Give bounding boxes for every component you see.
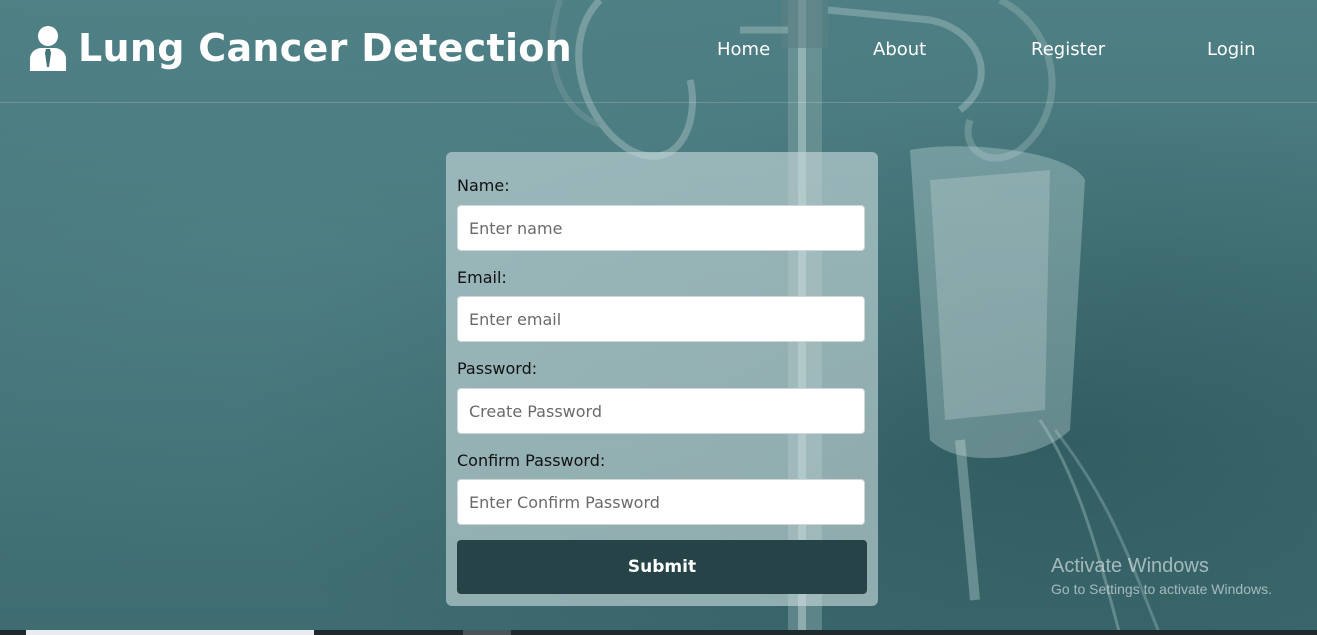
registration-form: Name: Email: Password: Confirm Password:… xyxy=(446,152,878,606)
brand[interactable]: Lung Cancer Detection xyxy=(28,22,572,74)
password-input[interactable] xyxy=(457,388,865,434)
nav-home-link[interactable]: Home xyxy=(717,38,770,62)
confirm-password-input[interactable] xyxy=(457,479,865,525)
nav-about-link[interactable]: About xyxy=(873,38,926,62)
watermark-subtitle: Go to Settings to activate Windows. xyxy=(1051,581,1272,597)
password-label: Password: xyxy=(457,359,538,378)
navbar: Lung Cancer Detection Home About Registe… xyxy=(0,0,1317,103)
taskbar-strip xyxy=(0,630,1317,635)
submit-button[interactable]: Submit xyxy=(457,540,867,594)
name-input[interactable] xyxy=(457,205,865,251)
user-tie-icon xyxy=(30,26,66,71)
confirm-password-label: Confirm Password: xyxy=(457,451,606,470)
nav-register-link[interactable]: Register xyxy=(1031,38,1105,62)
email-input[interactable] xyxy=(457,296,865,342)
watermark-title: Activate Windows xyxy=(1051,555,1209,577)
taskbar-segment xyxy=(26,630,314,635)
email-label: Email: xyxy=(457,268,507,287)
brand-title: Lung Cancer Detection xyxy=(78,26,573,70)
taskbar-segment xyxy=(463,630,511,635)
nav-login-link[interactable]: Login xyxy=(1207,38,1256,62)
name-label: Name: xyxy=(457,176,510,195)
page: Lung Cancer Detection Home About Registe… xyxy=(0,0,1317,635)
activate-windows-watermark: Activate Windows Go to Settings to activ… xyxy=(1051,554,1272,599)
